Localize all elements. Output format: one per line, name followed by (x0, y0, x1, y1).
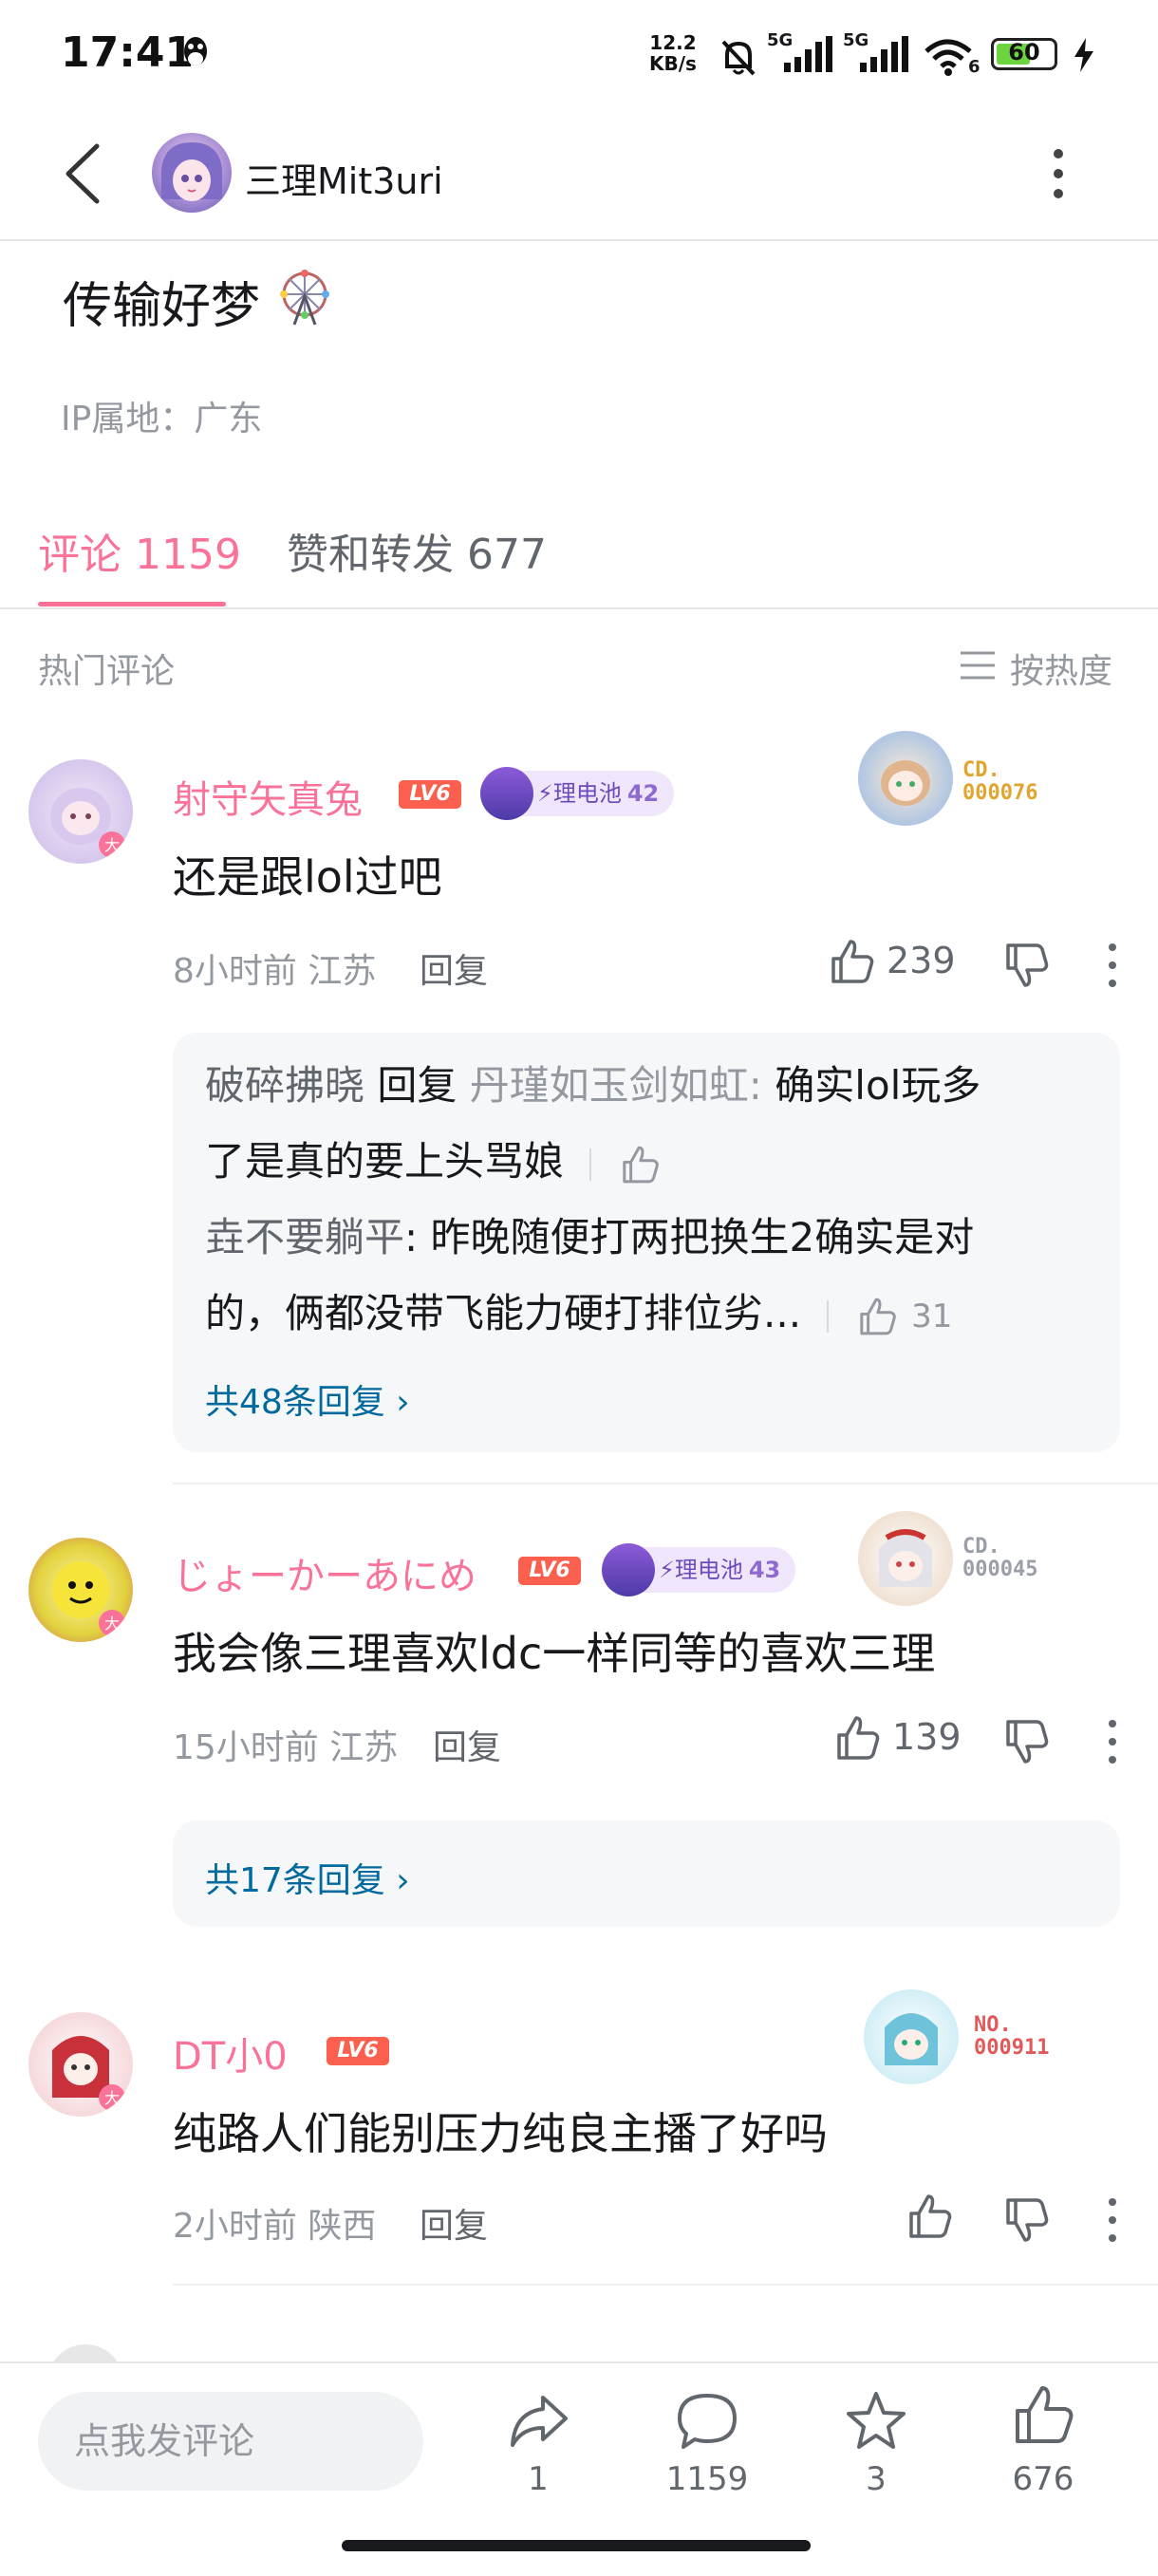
tabs-divider (0, 607, 1158, 609)
comment-separator (173, 2284, 1158, 2286)
fan-badge-avatar (858, 731, 953, 826)
anchor-icon (480, 767, 533, 820)
sort-by-heat[interactable]: 按热度 (1010, 644, 1112, 693)
status-time: 17:41 (61, 28, 195, 77)
view-all-replies[interactable]: 共48条回复 › (205, 1374, 410, 1424)
fan-badge-illustration (881, 760, 930, 806)
thumbs-down-icon[interactable] (1000, 940, 1052, 991)
reply-preview-box: 破碎拂晓 回复 丹瑾如玉剑如虹: 确实lol玩多 了是真的要上头骂娘 垚不要躺平:… (173, 1033, 1120, 1452)
comment-username[interactable]: 射守矢真兔 (173, 769, 363, 824)
reply-item[interactable]: 破碎拂晓 回复 丹瑾如玉剑如虹: 确实lol玩多 了是真的要上头骂娘 (205, 1048, 1097, 1200)
like-icon[interactable] (1010, 2382, 1076, 2449)
chevron-right-icon: › (396, 1861, 410, 1900)
fan-badge-illustration (879, 1529, 932, 1587)
avatar-illustration: 大 (52, 1561, 125, 1636)
chevron-right-icon: › (396, 1383, 410, 1422)
reply-button[interactable]: 回复 (433, 1720, 501, 1769)
svg-text:大: 大 (104, 1615, 120, 1633)
net-speed: 12.2 KB/s (649, 31, 697, 75)
comment-icon[interactable] (674, 2388, 740, 2455)
star-count: 3 (866, 2460, 887, 2498)
mute-bell-icon (721, 40, 756, 76)
svg-text:大: 大 (104, 2089, 120, 2107)
view-all-replies[interactable]: 共17条回复 › (205, 1853, 410, 1902)
fan-badge-number: CD. 000045 (962, 1535, 1038, 1581)
like-count: 139 (892, 1716, 962, 1758)
star-icon[interactable] (843, 2388, 909, 2455)
comment-username[interactable]: DT小0 (173, 2025, 288, 2081)
fan-badge-number: NO. 000911 (974, 2013, 1050, 2060)
author-avatar[interactable] (152, 133, 232, 213)
comment-text: 我会像三理喜欢ldc一样同等的喜欢三理 (173, 1628, 936, 1679)
reply-button[interactable]: 回复 (420, 943, 488, 993)
thumbs-up-icon[interactable] (826, 936, 877, 987)
comment-meta: 15小时前 江苏 (173, 1728, 399, 1767)
signal-icon-2 (860, 36, 908, 72)
comment-more-icon[interactable] (1101, 1716, 1124, 1767)
svg-text:大: 大 (104, 836, 120, 854)
avatar-illustration (161, 142, 222, 201)
home-indicator (342, 2540, 811, 2551)
comment-avatar[interactable]: 大 (28, 759, 133, 864)
fan-badge-number: CD. 000076 (962, 758, 1038, 805)
charging-icon (1074, 38, 1093, 72)
tab-active-underline (38, 602, 226, 607)
fan-badge-illustration (885, 2013, 938, 2065)
ferris-wheel-icon (280, 270, 329, 326)
comment-separator (173, 1483, 1158, 1484)
comment-text: 还是跟lol过吧 (173, 851, 442, 903)
level-badge: LV6 (518, 1557, 581, 1585)
share-icon[interactable] (505, 2388, 571, 2455)
battery-indicator: 60 (991, 38, 1057, 70)
hot-comments-label: 热门评论 (38, 652, 176, 691)
tab-likes-reposts[interactable]: 赞和转发 677 (287, 520, 547, 581)
anchor-icon (602, 1543, 655, 1596)
post-text: 传输好梦 (63, 278, 261, 335)
comment-more-icon[interactable] (1101, 940, 1124, 991)
fan-medal: ⚡理电池 43 (602, 1543, 796, 1596)
share-count: 1 (528, 2460, 549, 2498)
comment-avatar[interactable]: 大 (28, 1538, 133, 1642)
reply-thumbs-up-icon[interactable] (855, 1295, 899, 1338)
comment-username[interactable]: じょーかーあにめ (173, 1545, 476, 1600)
fan-badge-avatar (858, 1511, 953, 1606)
avatar-illustration: 大 (52, 2036, 125, 2111)
tab-comments[interactable]: 评论 1159 (38, 520, 241, 581)
comment-more-icon[interactable] (1101, 2194, 1124, 2246)
avatar-illustration: 大 (50, 788, 125, 858)
level-badge: LV6 (399, 780, 461, 809)
reply-button[interactable]: 回复 (420, 2198, 488, 2248)
thumbs-down-icon[interactable] (1000, 2194, 1052, 2246)
comment-count: 1159 (665, 2460, 749, 2498)
ip-location: IP属地：广东 (61, 400, 263, 439)
reply-thumbs-up-icon[interactable] (618, 1143, 662, 1186)
fan-badge-avatar (864, 1989, 959, 2084)
author-name[interactable]: 三理Mit3uri (245, 152, 443, 204)
reply-preview-box: 共17条回复 › (173, 1820, 1120, 1927)
more-options-icon[interactable] (1044, 142, 1073, 205)
header-divider (0, 239, 1158, 241)
comment-avatar[interactable]: 大 (28, 2012, 133, 2117)
level-badge: LV6 (327, 2037, 389, 2065)
status-bar: 17:41 12.2 KB/s 5G 5G 6 60 (0, 0, 1158, 114)
thumbs-down-icon[interactable] (1000, 1716, 1052, 1767)
comment-meta: 8小时前 江苏 (173, 952, 377, 991)
comment-meta: 2小时前 陕西 (173, 2207, 377, 2246)
signal-icon (784, 36, 832, 72)
fan-medal: ⚡理电池 42 (480, 767, 675, 820)
qq-icon (184, 37, 207, 70)
back-icon[interactable] (59, 140, 106, 207)
thumbs-up-icon[interactable] (904, 2191, 955, 2242)
thumbs-up-icon[interactable] (831, 1712, 883, 1764)
like-count: 239 (887, 940, 956, 981)
comment-text: 纯路人们能别压力纯良主播了好吗 (173, 2108, 828, 2159)
sort-icon[interactable] (959, 649, 997, 681)
like-total-count: 676 (1012, 2460, 1074, 2498)
reply-item[interactable]: 垚不要躺平: 昨晚随便打两把换生2确实是对 的，俩都没带飞能力硬打排位劣... 3… (205, 1200, 1097, 1354)
comment-input[interactable]: 点我发评论 (38, 2392, 423, 2491)
wifi-badge: 6 (968, 57, 981, 77)
